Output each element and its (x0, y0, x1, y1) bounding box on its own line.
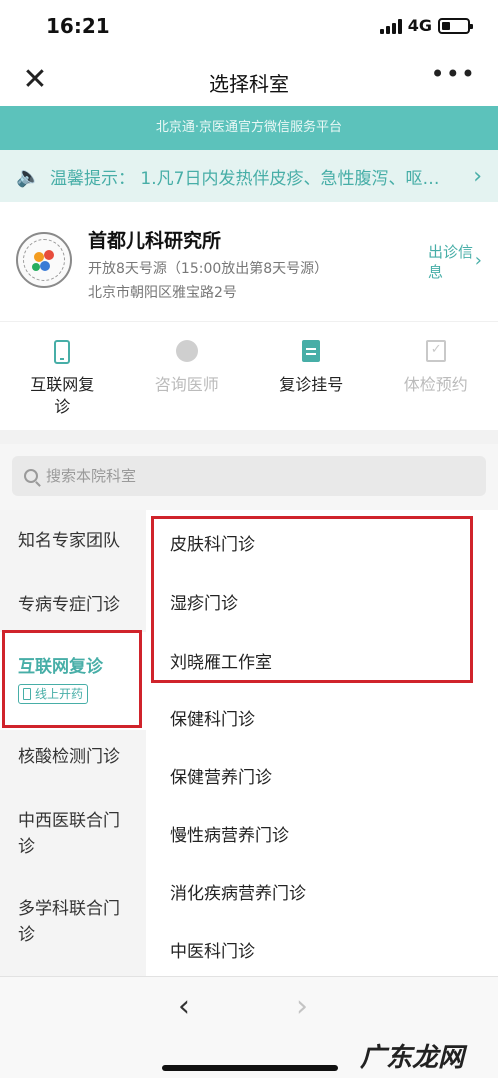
service-online-followup[interactable]: 互联网复诊 (0, 322, 125, 430)
service-checkup-booking[interactable]: 体检预约 (374, 322, 498, 430)
category-label: 核酸检测门诊 (18, 747, 120, 767)
speaker-icon: 🔈 (16, 164, 41, 188)
search-section (0, 444, 498, 510)
hospital-name: 首都儿科研究所 (88, 230, 222, 252)
back-icon[interactable]: ‹ (178, 989, 190, 1024)
service-label: 互联网复诊 (30, 375, 95, 416)
category-item[interactable]: 知名专家团队 (0, 528, 146, 554)
navigation-bar: ✕ 选择科室 ••• (0, 56, 498, 106)
status-icons: 4G (379, 16, 473, 35)
hospital-card: 首都儿科研究所 开放8天号源（15:00放出第8天号源） 北京市朝阳区雅宝路2号… (0, 202, 498, 322)
chevron-right-icon: › (473, 163, 482, 189)
notice-bar[interactable]: 🔈 温馨提示： 1.凡7日内发热伴皮疹、急性腹泻、呕… › (0, 150, 498, 202)
status-time: 16:21 (46, 14, 110, 38)
page-title: 选择科室 (209, 72, 289, 96)
department-item[interactable]: 中医科门诊 (170, 937, 255, 962)
service-followup-registration[interactable]: 复诊挂号 (249, 322, 374, 430)
search-input[interactable] (46, 467, 446, 485)
service-label: 咨询医师 (154, 375, 219, 394)
search-icon (24, 469, 38, 483)
category-item[interactable]: 多学科联合门诊 (0, 896, 130, 948)
category-label: 专病专症门诊 (18, 595, 120, 615)
home-indicator (162, 1065, 338, 1071)
service-label: 复诊挂号 (279, 375, 344, 394)
network-type: 4G (407, 16, 432, 35)
browser-bottom-bar: ‹ › 广东龙网 (0, 976, 498, 1078)
hospital-address: 北京市朝阳区雅宝路2号 (88, 285, 237, 301)
department-item[interactable]: 保健科门诊 (170, 705, 255, 730)
chevron-right-icon: › (474, 250, 482, 271)
phone-icon (54, 340, 71, 364)
department-item[interactable]: 消化疾病营养门诊 (170, 879, 306, 904)
status-bar: 16:21 4G (0, 0, 498, 56)
checklist-icon (425, 340, 446, 362)
category-label: 中西医联合门诊 (18, 811, 120, 857)
watermark: 广东龙网 (359, 1043, 464, 1073)
highlight-box-departments (151, 516, 473, 683)
section-divider (0, 430, 498, 444)
signal-icon (379, 18, 402, 34)
highlight-box-category (2, 630, 142, 728)
department-item[interactable]: 慢性病营养门诊 (170, 821, 289, 846)
forward-icon[interactable]: › (296, 989, 308, 1024)
service-tabs: 互联网复诊 咨询医师 复诊挂号 体检预约 (0, 322, 498, 430)
search-box[interactable] (12, 456, 486, 496)
notice-text: 温馨提示： 1.凡7日内发热伴皮疹、急性腹泻、呕… (50, 168, 440, 189)
registration-info: 开放8天号源（15:00放出第8天号源） (88, 261, 329, 277)
document-icon (302, 340, 321, 362)
more-icon[interactable]: ••• (431, 60, 476, 88)
battery-icon (438, 17, 473, 34)
category-item[interactable]: 中西医联合门诊 (0, 808, 130, 860)
hospital-logo (16, 232, 72, 288)
category-item[interactable]: 专病专症门诊 (0, 592, 146, 618)
platform-banner: 北京通·京医通官方微信服务平台 (0, 106, 498, 150)
category-label: 多学科联合门诊 (18, 899, 120, 945)
service-consult-doctor[interactable]: 咨询医师 (125, 322, 250, 430)
category-sidebar: 知名专家团队 专病专症门诊 互联网复诊 线上开药 核酸检测门诊 中西医联合门诊 … (0, 510, 146, 976)
department-item[interactable]: 保健营养门诊 (170, 763, 272, 788)
schedule-info-link[interactable]: 出诊信息 › (428, 242, 482, 282)
category-label: 知名专家团队 (18, 531, 120, 551)
category-item[interactable]: 核酸检测门诊 (0, 744, 146, 770)
schedule-info-label: 出诊信息 (428, 243, 474, 281)
doctor-icon (175, 340, 198, 362)
service-label: 体检预约 (403, 375, 468, 394)
